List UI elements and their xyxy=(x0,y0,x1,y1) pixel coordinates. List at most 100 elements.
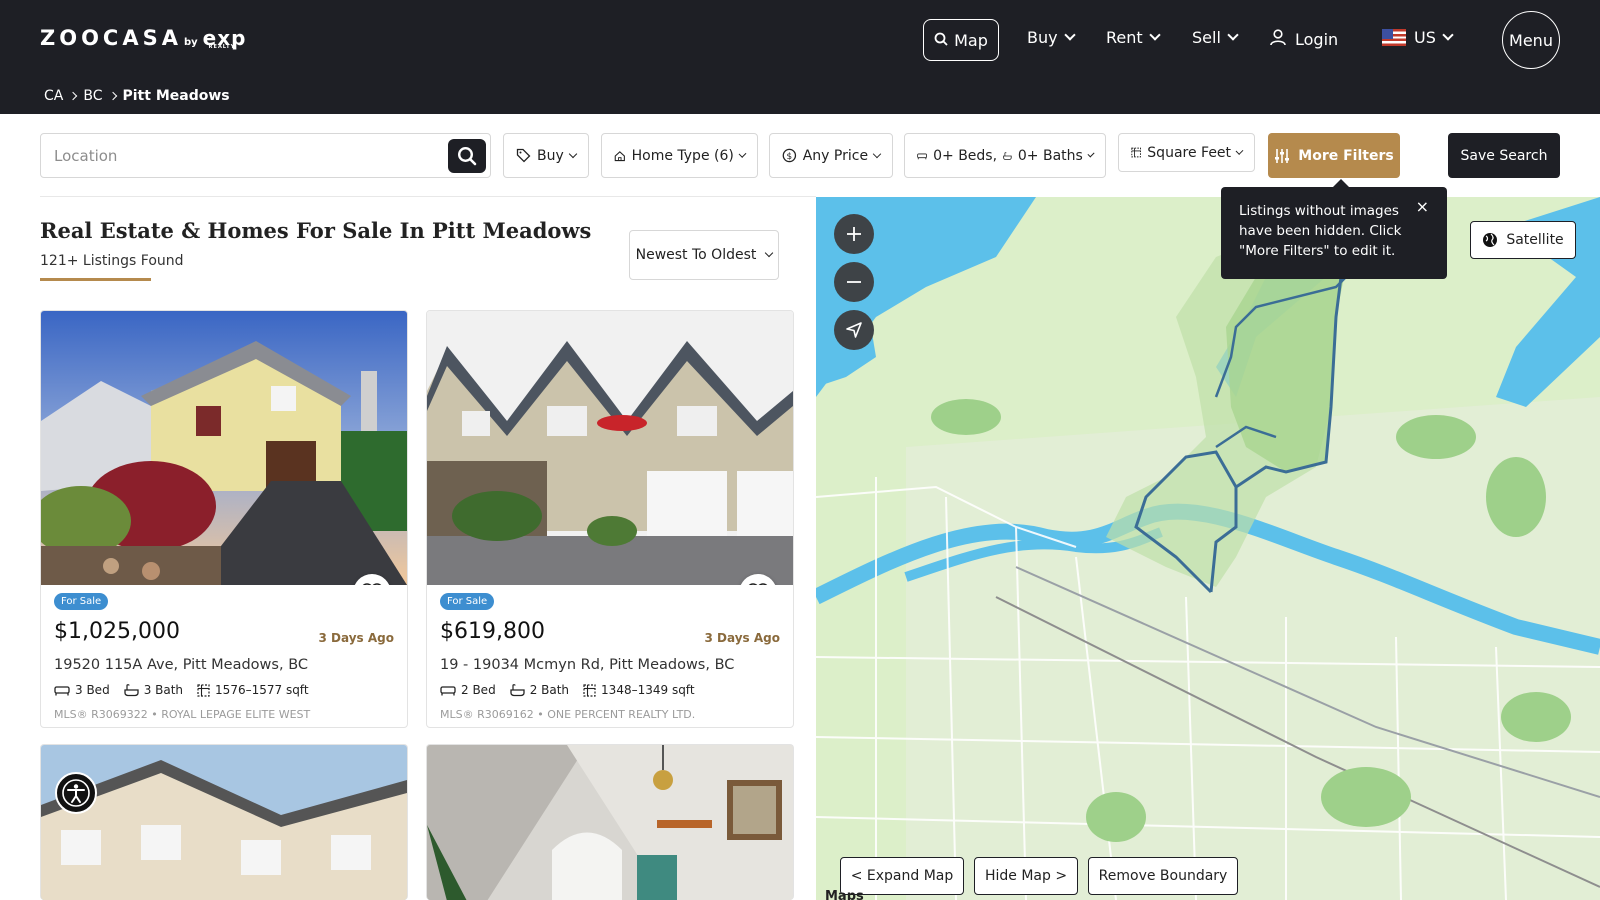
listing-specs: 2 Bed 2 Bath 1348–1349 sqft xyxy=(440,683,695,697)
hide-map-button[interactable]: Hide Map > xyxy=(974,857,1078,895)
sliders-icon xyxy=(1275,148,1290,163)
count-underline xyxy=(40,278,151,281)
nav-buy-label: Buy xyxy=(1027,28,1058,47)
listing-specs: 3 Bed 3 Bath 1576–1577 sqft xyxy=(54,683,309,697)
nav-buy[interactable]: Buy xyxy=(1027,28,1076,47)
chevron-down-icon xyxy=(1063,29,1076,41)
listing-address[interactable]: 19 - 19034 Mcmyn Rd, Pitt Meadows, BC xyxy=(440,657,734,673)
listing-photo[interactable] xyxy=(427,311,793,585)
listing-card[interactable] xyxy=(40,744,408,900)
bath-icon xyxy=(124,684,139,697)
satellite-toggle[interactable]: Satellite xyxy=(1470,221,1576,259)
svg-text:$: $ xyxy=(787,152,793,162)
bed-icon xyxy=(54,686,70,696)
save-search-button[interactable]: Save Search xyxy=(1448,133,1560,178)
globe-icon xyxy=(1483,233,1498,247)
hidden-listings-tooltip: Listings without images have been hidden… xyxy=(1221,179,1447,279)
map-button-label: Map xyxy=(954,30,988,50)
sqft-value: 1348–1349 sqft xyxy=(601,683,695,697)
beds-label: 0+ Beds, xyxy=(933,147,998,164)
location-search xyxy=(40,133,491,178)
chevron-right-icon xyxy=(108,91,117,101)
listing-card[interactable]: For Sale $619,800 3 Days Ago 19 - 19034 … xyxy=(426,310,794,728)
logo-partner: exp REALTY xyxy=(202,26,247,50)
listing-address[interactable]: 19520 115A Ave, Pitt Meadows, BC xyxy=(54,657,308,673)
heart-icon xyxy=(748,583,768,585)
map-button[interactable]: Map xyxy=(923,19,999,61)
listing-age: 3 Days Ago xyxy=(318,631,394,645)
listing-card[interactable]: For Sale $1,025,000 3 Days Ago 19520 115… xyxy=(40,310,408,728)
breadcrumb: CA BC Pitt Meadows xyxy=(44,88,230,104)
baths-spec: 3 Bath xyxy=(124,683,183,697)
breadcrumb-ca[interactable]: CA xyxy=(44,88,63,104)
chevron-down-icon xyxy=(1087,149,1095,158)
breadcrumb-bc[interactable]: BC xyxy=(83,88,102,104)
zoom-out-button[interactable] xyxy=(834,262,874,302)
zoocasa-logo[interactable]: ZOOCASA by exp REALTY xyxy=(40,26,246,56)
breadcrumb-current: Pitt Meadows xyxy=(122,88,230,104)
listing-photo[interactable] xyxy=(41,745,407,900)
buy-filter[interactable]: Buy xyxy=(503,133,589,178)
nav-login[interactable]: Login xyxy=(1269,28,1338,50)
mls-info: MLS® R3069322 • ROYAL LEPAGE ELITE WEST xyxy=(54,708,311,721)
price-filter[interactable]: $ Any Price xyxy=(769,133,893,178)
locate-button[interactable] xyxy=(834,310,874,350)
listing-price: $1,025,000 xyxy=(54,619,180,644)
sqft-spec: 1348–1349 sqft xyxy=(583,683,695,697)
logo-by: by xyxy=(183,37,198,48)
plus-icon xyxy=(847,227,861,241)
nav-rent-label: Rent xyxy=(1106,28,1143,47)
listing-price: $619,800 xyxy=(440,619,545,644)
expand-map-label: < Expand Map xyxy=(850,868,954,884)
nav-rent[interactable]: Rent xyxy=(1106,28,1161,47)
home-type-filter[interactable]: Home Type (6) xyxy=(601,133,758,178)
listing-photo[interactable] xyxy=(427,745,793,900)
chevron-down-icon xyxy=(738,149,747,158)
bath-icon xyxy=(510,684,525,697)
chevron-down-icon xyxy=(1227,29,1239,41)
country-label: US xyxy=(1414,28,1436,47)
home-icon xyxy=(614,150,625,161)
more-filters-button[interactable]: More Filters xyxy=(1268,133,1400,178)
beds-baths-filter[interactable]: 0+ Beds, 0+ Baths xyxy=(904,133,1106,178)
chevron-down-icon xyxy=(1148,29,1161,41)
chevron-right-icon xyxy=(69,91,78,101)
nav-sell[interactable]: Sell xyxy=(1192,28,1239,47)
listing-card[interactable] xyxy=(426,744,794,900)
heart-icon xyxy=(362,583,382,585)
sqft-spec: 1576–1577 sqft xyxy=(197,683,309,697)
accessibility-button[interactable] xyxy=(55,772,97,814)
menu-button[interactable]: Menu xyxy=(1502,11,1560,69)
beds-spec: 3 Bed xyxy=(54,683,110,697)
page-title: Real Estate & Homes For Sale In Pitt Mea… xyxy=(40,218,592,243)
square-feet-label: Square Feet xyxy=(1147,144,1232,161)
remove-boundary-button[interactable]: Remove Boundary xyxy=(1088,857,1238,895)
status-badge: For Sale xyxy=(54,593,109,610)
search-button[interactable] xyxy=(448,139,486,173)
listing-photo[interactable] xyxy=(41,311,407,585)
country-selector[interactable]: US xyxy=(1382,28,1454,47)
map-attribution: Maps xyxy=(825,889,864,900)
buy-filter-label: Buy xyxy=(537,147,564,164)
sort-dropdown[interactable]: Newest To Oldest xyxy=(629,230,779,280)
listing-age: 3 Days Ago xyxy=(704,631,780,645)
divider xyxy=(40,196,816,197)
more-filters-label: More Filters xyxy=(1298,147,1394,164)
remove-boundary-label: Remove Boundary xyxy=(1098,868,1228,884)
close-icon[interactable]: × xyxy=(1416,197,1429,217)
chevron-down-icon xyxy=(1235,146,1244,155)
zoom-in-button[interactable] xyxy=(834,214,874,254)
us-flag-icon xyxy=(1382,29,1406,46)
dollar-icon: $ xyxy=(782,148,797,163)
baths-spec: 2 Bath xyxy=(510,683,569,697)
sort-label: Newest To Oldest xyxy=(635,247,757,263)
bath-icon xyxy=(1003,151,1012,160)
location-input[interactable] xyxy=(41,134,421,177)
beds-value: 3 Bed xyxy=(75,683,110,697)
map-view[interactable] xyxy=(816,197,1600,900)
price-filter-label: Any Price xyxy=(802,147,869,164)
filter-bar: Buy Home Type (6) $ Any Price 0+ Beds, 0… xyxy=(0,114,1600,196)
area-icon xyxy=(197,683,210,697)
sqft-value: 1576–1577 sqft xyxy=(215,683,309,697)
square-feet-filter[interactable]: Square Feet xyxy=(1118,133,1255,172)
